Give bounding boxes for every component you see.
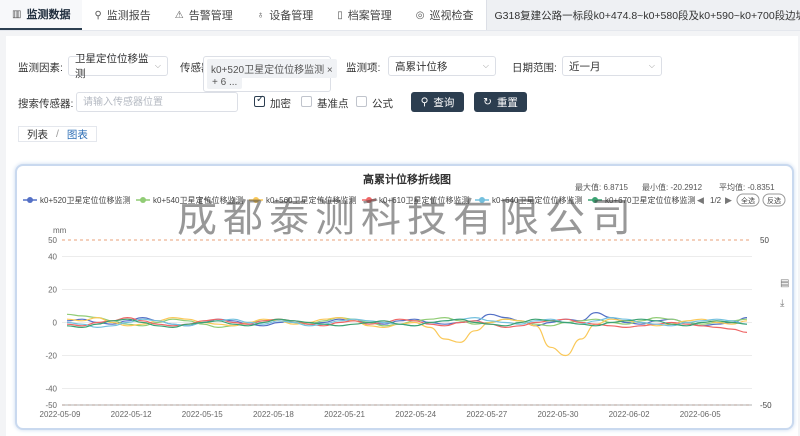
watermark: 成都泰测科技有限公司 bbox=[177, 196, 637, 240]
chevron-down-icon: ⌵ bbox=[482, 61, 489, 70]
patrol-icon: ◎ bbox=[415, 9, 425, 21]
x-tick-label: 2022-05-18 bbox=[253, 410, 294, 419]
chevron-down-icon: ⌵ bbox=[648, 61, 655, 70]
query-button[interactable]: ⚲ 查询 bbox=[411, 92, 464, 112]
tab-alarm-management[interactable]: ⚠ 告警管理 bbox=[163, 0, 245, 30]
x-tick-label: 2022-06-05 bbox=[680, 410, 721, 419]
legend-marker bbox=[27, 197, 33, 203]
legend-next-icon: ▶ bbox=[725, 195, 732, 205]
view-list-tab[interactable]: 列表 bbox=[19, 127, 56, 142]
base-point-checkbox[interactable] bbox=[301, 96, 312, 107]
item-label: 监测项: bbox=[346, 62, 381, 74]
reset-button[interactable]: ↻ 重置 bbox=[474, 92, 527, 112]
factor-select[interactable]: 卫星定位位移监测 ⌵ bbox=[68, 53, 168, 80]
search-icon: ⚲ bbox=[420, 96, 429, 108]
download-icon[interactable]: ⤓ bbox=[780, 298, 785, 309]
stat-avg: 平均值: -0.8351 bbox=[719, 182, 775, 192]
line-chart: mm5040200-20-40-5050-502022-05-09 2022-05… bbox=[23, 172, 789, 419]
encrypt-checkbox[interactable] bbox=[254, 94, 265, 107]
y-tick-label: 50 bbox=[48, 236, 57, 245]
base-point-label: 基准点 bbox=[317, 98, 349, 110]
y-tick-label: 20 bbox=[48, 286, 57, 295]
device-icon: ♁ bbox=[256, 9, 265, 21]
y-axis-unit: mm bbox=[53, 226, 67, 235]
view-chart-tab[interactable]: 图表 bbox=[59, 127, 96, 142]
stat-min: 最小值: -20.2912 bbox=[642, 182, 703, 192]
tab-monitoring-report[interactable]: ⚲ 监测报告 bbox=[82, 0, 162, 30]
invert-label: 反选 bbox=[767, 196, 781, 205]
factor-label: 监测因素: bbox=[18, 62, 63, 74]
x-tick-label: 2022-05-09 bbox=[40, 410, 81, 419]
bar-chart-icon: ▥ bbox=[12, 8, 22, 20]
item-select[interactable]: 高累计位移 ⌵ bbox=[388, 56, 496, 76]
legend-prev-icon: ◀ bbox=[697, 195, 704, 205]
refresh-icon: ↻ bbox=[483, 96, 492, 108]
formula-label: 公式 bbox=[372, 98, 393, 110]
sensor-more-tag: + 6 ... bbox=[207, 76, 243, 89]
data-view-icon[interactable]: ▤ bbox=[780, 278, 789, 289]
view-toggle: 列表 / 图表 bbox=[18, 126, 97, 142]
y-tick-label: -20 bbox=[45, 352, 57, 361]
formula-checkbox[interactable] bbox=[356, 96, 367, 107]
chart-title: 高累计位移折线图 bbox=[363, 172, 451, 186]
file-icon: ▯ bbox=[337, 9, 343, 21]
y-tick-label: -40 bbox=[45, 385, 57, 394]
x-tick-label: 2022-06-02 bbox=[609, 410, 650, 419]
stat-max: 最大值: 6.8715 bbox=[575, 182, 628, 192]
search-label: 搜索传感器: bbox=[18, 98, 74, 110]
y-tick-label: 40 bbox=[48, 253, 57, 262]
project-title: G318复建公路一标段k0+474.8~k0+580段及k0+590~k0+70… bbox=[485, 0, 800, 30]
x-tick-label: 2022-05-24 bbox=[395, 410, 436, 419]
report-icon: ⚲ bbox=[94, 9, 102, 21]
warning-icon: ⚠ bbox=[174, 9, 184, 21]
x-tick-label: 2022-05-30 bbox=[537, 410, 578, 419]
legend-page: 1/2 bbox=[710, 196, 722, 205]
tab-patrol-inspection[interactable]: ◎ 巡视检查 bbox=[404, 0, 486, 30]
x-tick-label: 2022-05-27 bbox=[466, 410, 507, 419]
sensor-multiselect[interactable]: k0+520卫星定位位移监测 × + 6 ... bbox=[203, 56, 337, 92]
x-tick-label: 2022-05-15 bbox=[182, 410, 223, 419]
tab-device-management[interactable]: ♁ 设备管理 bbox=[245, 0, 326, 30]
chart-card: mm 50 40 20 0 -20 -40 -50 50 -50 2022-05-09 2022-05… bbox=[15, 164, 794, 430]
chevron-down-icon: ⌵ bbox=[154, 61, 161, 70]
encrypt-label: 加密 bbox=[270, 98, 291, 110]
tab-monitoring-data[interactable]: ▥ 监测数据 bbox=[0, 0, 83, 30]
legend-marker bbox=[140, 197, 146, 203]
ref-line-label: -50 bbox=[760, 401, 772, 410]
tab-archive-management[interactable]: ▯ 档案管理 bbox=[325, 0, 404, 30]
x-tick-label: 2022-05-12 bbox=[111, 410, 152, 419]
ref-line-label: 50 bbox=[760, 236, 769, 245]
legend-item: k0+520卫星定位位移监测 bbox=[40, 195, 130, 205]
y-tick-label: 0 bbox=[53, 319, 58, 328]
x-tick-label: 2022-05-21 bbox=[324, 410, 365, 419]
date-label: 日期范围: bbox=[512, 62, 557, 74]
date-range-select[interactable]: 近一月 ⌵ bbox=[562, 56, 662, 76]
select-all-label: 全选 bbox=[741, 196, 755, 205]
top-navigation: ▥ 监测数据 ⚲ 监测报告 ⚠ 告警管理 ♁ 设备管理 ▯ 档案管理 ◎ 巡视检查 G318… bbox=[0, 0, 800, 31]
tag-close-icon[interactable]: × bbox=[327, 65, 333, 76]
y-tick-label: -50 bbox=[45, 401, 57, 410]
search-input[interactable] bbox=[76, 92, 238, 112]
